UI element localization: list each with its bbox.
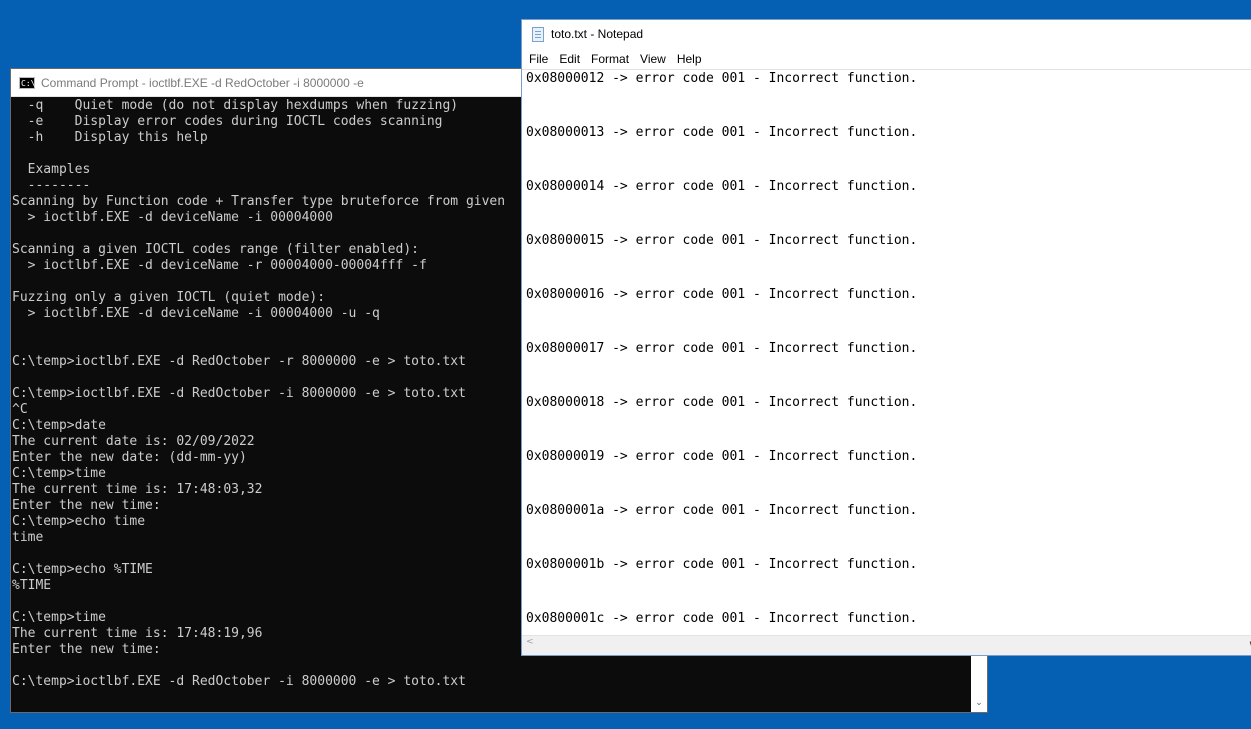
text-line xyxy=(522,142,1251,160)
text-line xyxy=(522,196,1251,214)
text-line xyxy=(522,538,1251,556)
menu-edit[interactable]: Edit xyxy=(554,52,585,66)
text-line xyxy=(522,412,1251,430)
notepad-title: toto.txt - Notepad xyxy=(551,27,644,41)
command-prompt-title: Command Prompt - ioctlbf.EXE -d RedOctob… xyxy=(41,75,364,90)
text-line xyxy=(522,520,1251,538)
text-line xyxy=(522,592,1251,610)
menu-view[interactable]: View xyxy=(635,52,671,66)
scroll-down-arrow-icon[interactable]: ⌄ xyxy=(971,696,987,710)
text-line xyxy=(522,88,1251,106)
text-line: 0x08000019 -> error code 001 - Incorrect… xyxy=(526,449,918,464)
menu-format[interactable]: Format xyxy=(586,52,634,66)
text-line xyxy=(522,322,1251,340)
text-line xyxy=(522,160,1251,178)
notepad-menubar: File Edit Format View Help xyxy=(522,48,1251,69)
text-line xyxy=(522,250,1251,268)
text-line: 0x08000016 -> error code 001 - Incorrect… xyxy=(526,287,918,302)
menu-file[interactable]: File xyxy=(524,52,553,66)
scroll-left-arrow-icon[interactable]: < xyxy=(526,637,534,647)
text-line xyxy=(522,574,1251,592)
text-line xyxy=(522,358,1251,376)
notepad-icon xyxy=(532,26,544,42)
text-line: 0x08000014 -> error code 001 - Incorrect… xyxy=(526,179,918,194)
text-line xyxy=(522,268,1251,286)
console-line: C:\temp>ioctlbf.EXE -d RedOctober -i 800… xyxy=(12,674,466,689)
menu-help[interactable]: Help xyxy=(672,52,707,66)
text-line xyxy=(522,466,1251,484)
text-line: 0x08000012 -> error code 001 - Incorrect… xyxy=(526,71,918,86)
text-line: 0x08000017 -> error code 001 - Incorrect… xyxy=(526,341,918,356)
text-line: 0x0800001a -> error code 001 - Incorrect… xyxy=(526,503,918,518)
notepad-text-area[interactable]: 0x08000012 -> error code 001 - Incorrect… xyxy=(522,69,1251,636)
text-line: 0x0800001c -> error code 001 - Incorrect… xyxy=(526,611,918,626)
text-line: 0x08000013 -> error code 001 - Incorrect… xyxy=(526,125,918,140)
notepad-titlebar[interactable]: toto.txt - Notepad xyxy=(522,20,1251,48)
notepad-horizontal-scrollbar[interactable]: < xyxy=(522,635,1251,652)
text-line: 0x08000015 -> error code 001 - Incorrect… xyxy=(526,233,918,248)
command-prompt-icon: C:\ xyxy=(19,76,36,89)
notepad-status-bar xyxy=(522,652,1251,655)
text-line xyxy=(522,214,1251,232)
text-line: 0x0800001b -> error code 001 - Incorrect… xyxy=(526,557,918,572)
text-line xyxy=(522,484,1251,502)
text-line xyxy=(522,106,1251,124)
text-line xyxy=(522,430,1251,448)
text-line: 0x08000018 -> error code 001 - Incorrect… xyxy=(526,395,918,410)
notepad-window[interactable]: toto.txt - Notepad File Edit Format View… xyxy=(521,19,1251,656)
text-line xyxy=(522,304,1251,322)
text-line xyxy=(522,376,1251,394)
